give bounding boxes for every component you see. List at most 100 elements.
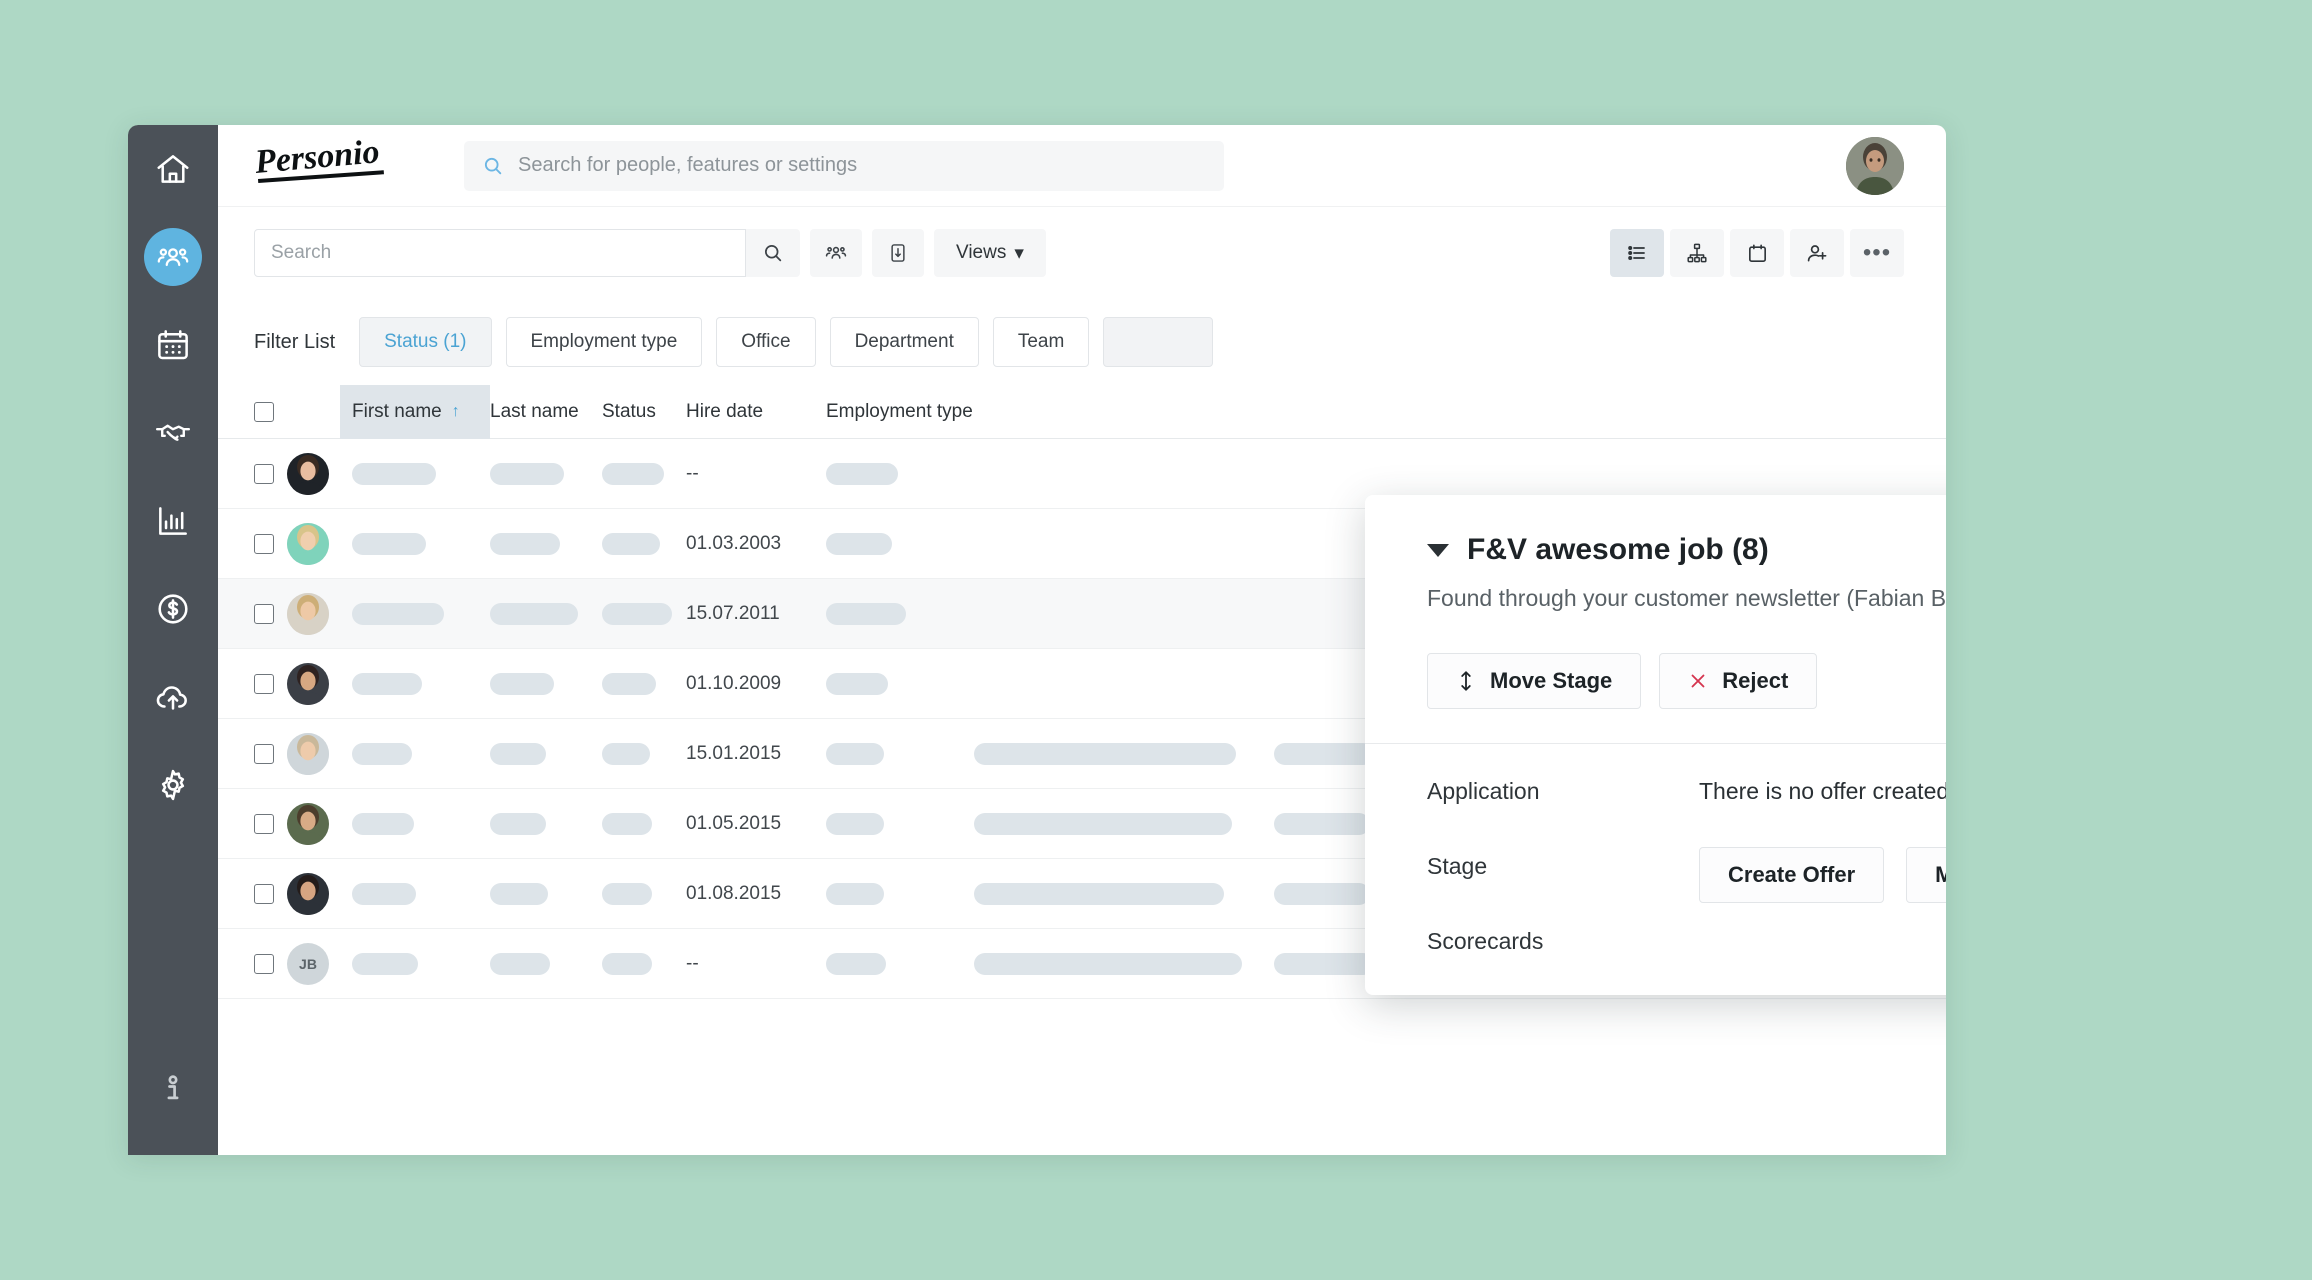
search-icon xyxy=(482,155,504,177)
x-icon xyxy=(1688,671,1708,691)
cell-last-name xyxy=(490,462,602,485)
cell-first-name xyxy=(340,742,490,765)
skeleton-bar xyxy=(1274,952,1374,975)
row-checkbox[interactable] xyxy=(254,953,274,974)
more-options-button[interactable]: ••• xyxy=(1850,229,1904,277)
reject-button[interactable]: Reject xyxy=(1659,653,1818,709)
panel-content: There is no offer created yet for this j… xyxy=(1689,778,1946,1003)
row-checkbox[interactable] xyxy=(254,533,274,554)
panel-title: F&V awesome job (8) xyxy=(1467,533,1769,566)
home-icon xyxy=(154,150,192,188)
global-search-placeholder: Search for people, features or settings xyxy=(518,154,858,176)
cell-hire-date: 01.03.2003 xyxy=(686,533,826,555)
hire-date-value: 01.05.2015 xyxy=(686,812,782,834)
filter-chip-label: Status (1) xyxy=(384,331,467,352)
up-down-arrow-icon xyxy=(1456,669,1476,693)
cell-status xyxy=(602,462,686,485)
offer-status-message: There is no offer created yet for this j… xyxy=(1699,778,1946,804)
section-stage[interactable]: Stage xyxy=(1427,853,1689,880)
cell-first-name xyxy=(340,672,490,695)
row-select-cell xyxy=(218,743,276,764)
filter-chip-label: Team xyxy=(1017,331,1065,352)
cell-last-name xyxy=(490,532,602,555)
sidebar-item-recruiting[interactable] xyxy=(128,389,218,477)
sidebar-item-payroll[interactable] xyxy=(128,565,218,653)
sidebar-item-documents[interactable] xyxy=(128,653,218,741)
select-all-checkbox[interactable] xyxy=(254,401,274,422)
row-checkbox[interactable] xyxy=(254,813,274,834)
add-employee-button[interactable] xyxy=(1790,229,1844,277)
org-chart-icon xyxy=(1685,241,1709,265)
row-checkbox[interactable] xyxy=(254,673,274,694)
row-checkbox[interactable] xyxy=(254,883,274,904)
row-checkbox[interactable] xyxy=(254,463,274,484)
cell-hire-date: -- xyxy=(686,953,826,975)
row-checkbox[interactable] xyxy=(254,743,274,764)
search-input[interactable]: Search xyxy=(254,229,746,277)
filter-chip-status[interactable]: Status (1) xyxy=(359,317,492,367)
column-header-last-name[interactable]: Last name xyxy=(490,401,602,423)
column-header-first-name[interactable]: First name ↑ xyxy=(340,385,490,439)
sidebar-item-employees[interactable] xyxy=(128,213,218,301)
skeleton-bar xyxy=(490,602,578,625)
cell-hire-date: 01.10.2009 xyxy=(686,673,826,695)
app-window: Personio Search for people, features or … xyxy=(128,125,1946,1155)
sidebar-item-settings[interactable] xyxy=(128,741,218,829)
views-dropdown[interactable]: Views ▾ xyxy=(934,229,1046,277)
skeleton-bar xyxy=(974,882,1224,905)
cell-last-name xyxy=(490,742,602,765)
cloud-upload-icon xyxy=(154,678,192,716)
move-stage-button[interactable]: Move Stage xyxy=(1427,653,1642,709)
create-offer-label: Create Offer xyxy=(1728,862,1856,887)
list-view-button[interactable] xyxy=(1610,229,1664,277)
skeleton-bar xyxy=(826,952,886,975)
skeleton-bar xyxy=(602,952,652,975)
global-search-input[interactable]: Search for people, features or settings xyxy=(464,140,1224,191)
column-header-status[interactable]: Status xyxy=(602,401,686,423)
filter-chip-employment-type[interactable]: Employment type xyxy=(505,317,703,367)
filter-chip-office[interactable]: Office xyxy=(716,317,816,367)
export-button[interactable] xyxy=(872,229,924,277)
search-placeholder: Search xyxy=(271,242,332,263)
skeleton-bar xyxy=(826,602,906,625)
filter-bar: Filter List Status (1) Employment type O… xyxy=(218,299,1946,385)
mark-hired-button[interactable]: Mark Candidate as Hired xyxy=(1906,847,1946,903)
filter-chip-department[interactable]: Department xyxy=(829,317,979,367)
section-application[interactable]: Application xyxy=(1427,778,1689,805)
cell-employment-type xyxy=(826,462,974,485)
calendar-view-button[interactable] xyxy=(1730,229,1784,277)
row-checkbox[interactable] xyxy=(254,603,274,624)
sidebar-item-reports[interactable] xyxy=(128,477,218,565)
collapse-caret-icon[interactable] xyxy=(1427,543,1449,557)
sidebar-item-help[interactable] xyxy=(128,1045,218,1133)
filter-chip-team[interactable]: Team xyxy=(992,317,1090,367)
skeleton-bar xyxy=(352,812,414,835)
skeleton-bar xyxy=(1274,742,1374,765)
column-header-employment-type[interactable]: Employment type xyxy=(826,401,974,423)
calendar-icon xyxy=(1746,242,1769,265)
cell-hire-date: 15.07.2011 xyxy=(686,603,826,625)
section-scorecards[interactable]: Scorecards xyxy=(1427,928,1689,955)
column-header-hire-date[interactable]: Hire date xyxy=(686,401,826,423)
add-person-icon xyxy=(1805,241,1829,265)
cell-first-name xyxy=(340,532,490,555)
skeleton-bar xyxy=(352,882,416,905)
cell-first-name xyxy=(340,882,490,905)
org-chart-view-button[interactable] xyxy=(1670,229,1724,277)
sidebar-item-absence[interactable] xyxy=(128,301,218,389)
create-offer-button[interactable]: Create Offer xyxy=(1699,847,1885,903)
avatar xyxy=(287,732,329,775)
skeleton-bar xyxy=(974,812,1232,835)
personio-logo[interactable]: Personio xyxy=(254,137,404,195)
cell-status xyxy=(602,602,686,625)
panel-subtitle-row: Found through your customer newsletter (… xyxy=(1427,583,1946,613)
filter-chip-more[interactable] xyxy=(1103,317,1214,367)
search-button[interactable] xyxy=(746,229,800,277)
people-group-button[interactable] xyxy=(810,229,862,277)
user-avatar[interactable] xyxy=(1846,136,1904,195)
reject-label: Reject xyxy=(1722,668,1789,693)
cell-hire-date: 01.08.2015 xyxy=(686,883,826,905)
sidebar-item-home[interactable] xyxy=(128,125,218,213)
views-label: Views xyxy=(956,242,1007,263)
cell-extra-1 xyxy=(974,742,1274,765)
